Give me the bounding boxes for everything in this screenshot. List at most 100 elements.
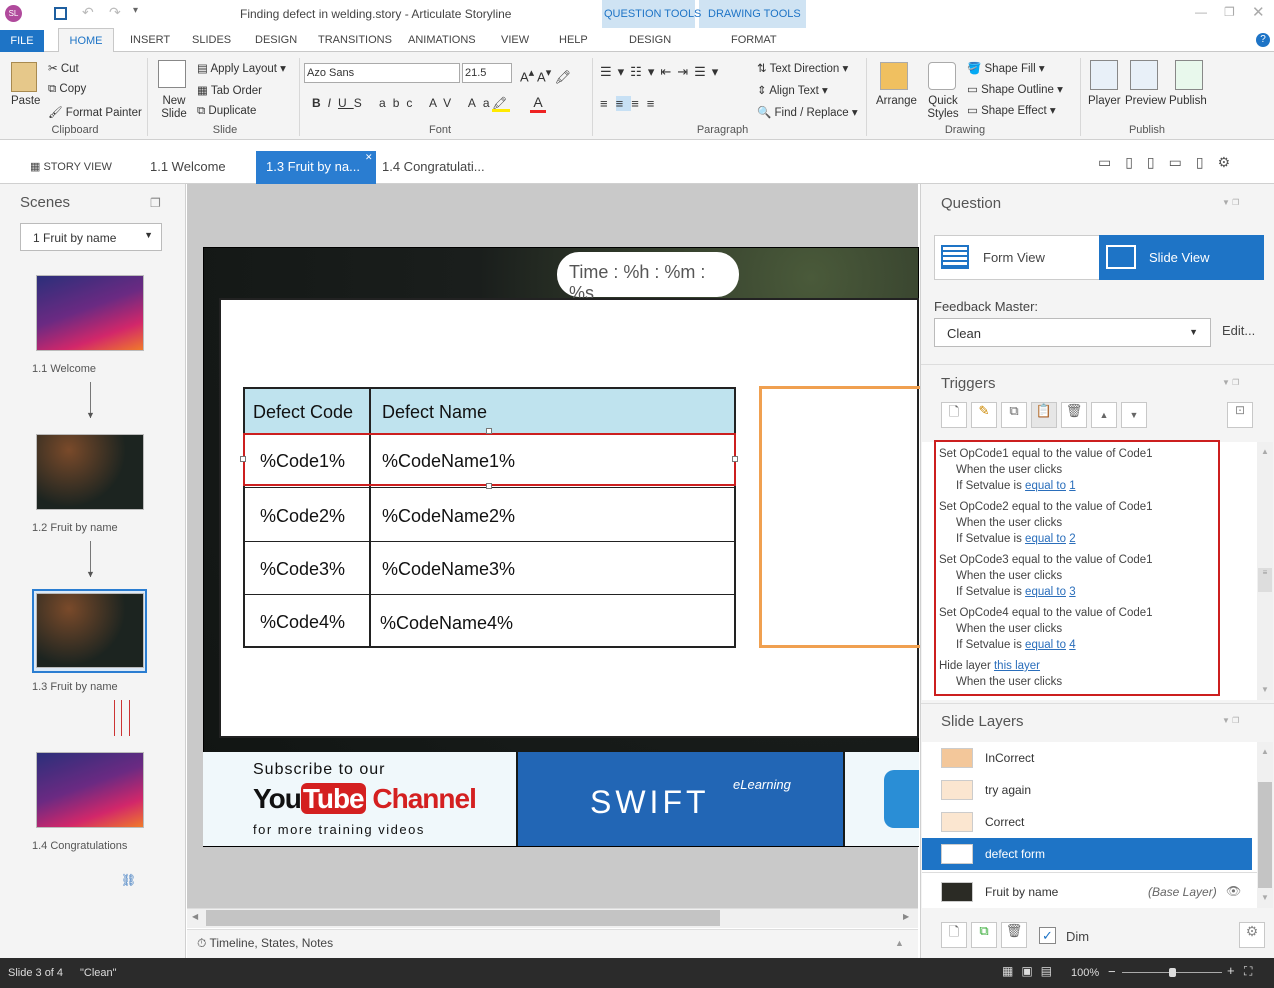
new-slide-button[interactable]: New Slide xyxy=(159,95,189,121)
trigger-when[interactable]: When the user clicks xyxy=(939,568,1153,584)
layer-settings-button[interactable]: ⚙ xyxy=(1239,922,1265,948)
new-slide-icon[interactable] xyxy=(158,60,186,88)
slide-thumb-1-4[interactable] xyxy=(36,752,144,828)
zoom-slider-thumb[interactable] xyxy=(1169,968,1176,977)
font-name-select[interactable]: Azo Sans xyxy=(304,63,460,83)
resize-handle[interactable] xyxy=(486,483,492,489)
scroll-down-icon[interactable]: ▼ xyxy=(1261,685,1269,694)
shape-effect-button[interactable]: ▭ Shape Effect ▾ xyxy=(967,103,1056,117)
shape-fill-button[interactable]: 🪣 Shape Fill ▾ xyxy=(967,61,1045,75)
tab-d-format[interactable]: FORMAT xyxy=(731,34,777,46)
panel-collapse-icon[interactable]: ▼ ❐ xyxy=(1222,378,1239,387)
story-view-tab[interactable]: ▦ STORY VIEW xyxy=(30,160,112,173)
paste-button[interactable]: Paste xyxy=(11,95,40,107)
trigger-condition[interactable]: If Setvalue is equal to 4 xyxy=(939,637,1153,653)
trigger-condition[interactable]: If Setvalue is equal to 3 xyxy=(939,584,1153,600)
new-layer-button[interactable]: 🗋 xyxy=(941,922,967,948)
orange-box[interactable] xyxy=(759,386,921,648)
layers-scroll-thumb[interactable] xyxy=(1258,782,1272,888)
trigger-when[interactable]: When the user clicks xyxy=(939,515,1153,531)
eye-icon[interactable]: 👁 xyxy=(1226,884,1241,898)
tab-insert[interactable]: INSERT xyxy=(130,34,170,46)
edit-master-link[interactable]: Edit... xyxy=(1222,323,1255,338)
fit-window-icon[interactable]: ⛶ xyxy=(1244,964,1252,979)
table-header-cell[interactable]: Defect Name xyxy=(382,402,487,423)
zoom-out-icon[interactable]: − xyxy=(1108,964,1116,979)
arrange-button[interactable]: Arrange xyxy=(876,95,917,107)
duplicate-layer-button[interactable]: ⧉ xyxy=(971,922,997,948)
trigger-when[interactable]: When the user clicks xyxy=(939,462,1153,478)
help-icon[interactable]: ? xyxy=(1256,33,1270,47)
player-button[interactable]: Player xyxy=(1088,95,1121,107)
slide-thumb-1-3[interactable] xyxy=(36,593,144,668)
trigger-condition[interactable]: If Setvalue is equal to 2 xyxy=(939,531,1153,547)
trigger-wizard-button[interactable]: ⊡ xyxy=(1227,402,1253,428)
text-direction-button[interactable]: ⇅ Text Direction ▾ xyxy=(757,61,848,75)
pin-icon[interactable]: ❐ xyxy=(150,196,161,210)
tab-order-button[interactable]: ▦ Tab Order xyxy=(197,83,262,97)
apply-layout-button[interactable]: ▤ Apply Layout ▾ xyxy=(197,61,286,75)
copy-trigger-button[interactable]: ⧉ xyxy=(1001,402,1027,428)
new-trigger-button[interactable]: 🗋 xyxy=(941,402,967,428)
publish-icon[interactable] xyxy=(1175,60,1203,90)
grow-font-icon[interactable]: A▴ A▾ 🖍 xyxy=(520,66,571,85)
move-down-button[interactable]: ▼ xyxy=(1121,402,1147,428)
font-format-icons[interactable]: BIUS abc AV Aa xyxy=(312,96,497,110)
copy-button[interactable]: ⧉ Copy xyxy=(48,83,86,96)
tab-slide-1-1[interactable]: 1.1 Welcome xyxy=(150,159,226,174)
player-icon[interactable] xyxy=(1090,60,1118,90)
quick-styles-button[interactable]: Quick Styles xyxy=(925,95,961,121)
layer-item[interactable]: Correct xyxy=(922,806,1252,838)
find-replace-button[interactable]: 🔍 Find / Replace ▾ xyxy=(757,105,858,119)
h-scroll-thumb[interactable] xyxy=(206,910,720,926)
tab-slides[interactable]: SLIDES xyxy=(192,34,231,46)
device-preview-icons[interactable]: ▭▯▯▭▯⚙ xyxy=(1098,154,1244,171)
trigger-action[interactable]: Set OpCode1 equal to the value of Code1 xyxy=(939,446,1153,462)
tab-file[interactable]: FILE xyxy=(0,30,44,52)
trigger-condition[interactable]: If Setvalue is equal to 1 xyxy=(939,478,1153,494)
scroll-down-icon[interactable]: ▼ xyxy=(1261,893,1269,902)
scroll-right-icon[interactable]: ▶ xyxy=(903,912,909,921)
tab-slide-1-4[interactable]: 1.4 Congratulati... xyxy=(382,159,485,174)
format-painter-button[interactable]: 🖌 Format Painter xyxy=(48,105,142,119)
delete-trigger-button[interactable]: 🗑 xyxy=(1061,402,1087,428)
trigger-action[interactable]: Set OpCode2 equal to the value of Code1 xyxy=(939,499,1153,515)
font-color-icon[interactable]: A xyxy=(530,94,546,113)
tab-q-design[interactable]: DESIGN xyxy=(629,34,671,46)
highlight-color-icon[interactable]: 🖍 xyxy=(492,96,510,112)
arrange-icon[interactable] xyxy=(880,62,908,90)
trigger-when[interactable]: When the user clicks xyxy=(939,674,1153,690)
scroll-left-icon[interactable]: ◀ xyxy=(192,912,198,921)
preview-icon[interactable] xyxy=(1130,60,1158,90)
paste-trigger-button[interactable]: 📋 xyxy=(1031,402,1057,428)
publish-button[interactable]: Publish xyxy=(1169,95,1207,107)
customize-icon[interactable]: ▾ xyxy=(133,5,138,16)
font-size-select[interactable]: 21.5 xyxy=(462,63,512,83)
scroll-up-icon[interactable]: ▲ xyxy=(1261,747,1269,756)
close-tab-icon[interactable]: ✕ xyxy=(365,152,373,163)
trigger-action[interactable]: Set OpCode3 equal to the value of Code1 xyxy=(939,552,1153,568)
tab-design[interactable]: DESIGN xyxy=(255,34,297,46)
expand-icon[interactable]: ▲ xyxy=(895,938,904,948)
undo-icon[interactable]: ↶ xyxy=(82,4,94,21)
panel-collapse-icon[interactable]: ▼ ❐ xyxy=(1222,716,1239,725)
duplicate-button[interactable]: ⧉ Duplicate xyxy=(197,105,256,118)
resize-handle[interactable] xyxy=(240,456,246,462)
paste-icon[interactable] xyxy=(11,62,37,92)
delete-layer-button[interactable]: 🗑 xyxy=(1001,922,1027,948)
restore-icon[interactable]: ❐ xyxy=(1224,5,1235,19)
layer-item[interactable]: try again xyxy=(922,774,1252,806)
scroll-up-icon[interactable]: ▲ xyxy=(1261,447,1269,456)
slide-thumb-1-1[interactable] xyxy=(36,275,144,351)
shape-outline-button[interactable]: ▭ Shape Outline ▾ xyxy=(967,82,1063,96)
trigger-action[interactable]: Hide layer this layer xyxy=(939,658,1153,674)
align-text-button[interactable]: ⇕ Align Text ▾ xyxy=(757,83,828,97)
redo-icon[interactable]: ↷ xyxy=(109,4,121,21)
tab-animations[interactable]: ANIMATIONS xyxy=(408,34,476,46)
list-icons[interactable]: ☰▾☷▾⇤⇥☰▾ xyxy=(600,64,724,80)
tab-view[interactable]: VIEW xyxy=(501,34,529,46)
preview-button[interactable]: Preview xyxy=(1125,95,1166,107)
tab-home[interactable]: HOME xyxy=(58,28,114,53)
trigger-when[interactable]: When the user clicks xyxy=(939,621,1153,637)
dim-checkbox[interactable]: ✓ xyxy=(1039,927,1056,944)
